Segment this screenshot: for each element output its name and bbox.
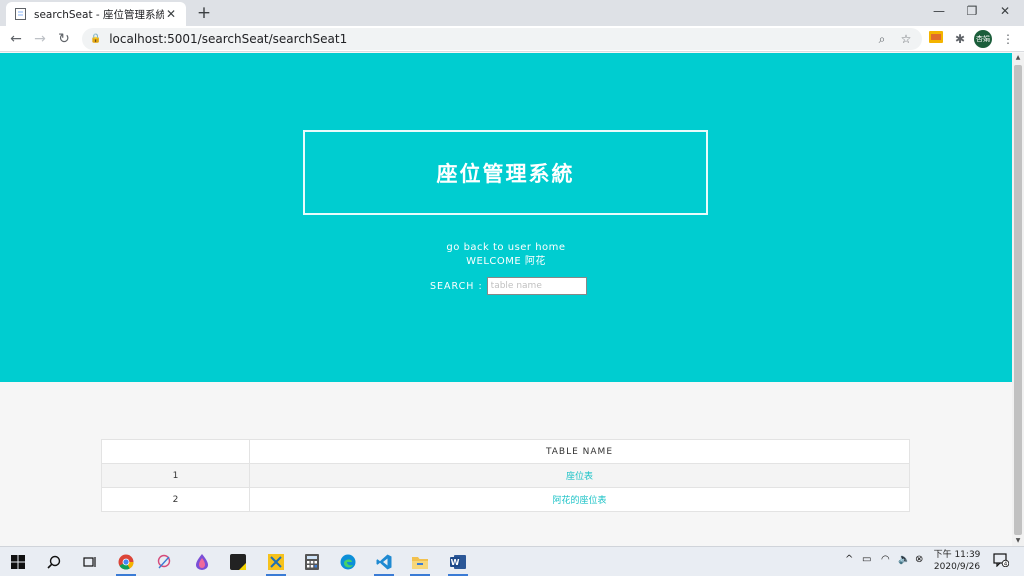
- restore-icon[interactable]: ❐: [955, 0, 989, 24]
- search-icon[interactable]: [40, 550, 68, 574]
- lock-icon[interactable]: 🔒: [90, 34, 101, 44]
- new-tab-icon[interactable]: +: [194, 2, 214, 24]
- vscode-icon[interactable]: [370, 550, 398, 576]
- wifi-icon[interactable]: ◠: [881, 554, 890, 565]
- chrome-icon[interactable]: [112, 550, 140, 576]
- hero-links: go back to user home WELCOME 阿花: [0, 241, 1012, 269]
- word-icon[interactable]: W: [444, 550, 472, 576]
- battery-icon[interactable]: ▭: [862, 554, 871, 565]
- table-row: 2 阿花的座位表: [101, 487, 910, 512]
- extension-icon[interactable]: [926, 29, 946, 49]
- close-window-icon[interactable]: ✕: [988, 0, 1022, 24]
- notification-count: 4: [1004, 562, 1008, 567]
- ime-icon[interactable]: ⊗: [915, 554, 923, 565]
- calculator-icon[interactable]: [298, 550, 326, 574]
- page-title: 座位管理系統: [436, 161, 575, 186]
- welcome-text: WELCOME 阿花: [466, 256, 546, 267]
- edge-icon[interactable]: [334, 550, 362, 574]
- task-view-icon[interactable]: [76, 550, 104, 574]
- row-name-cell: 座位表: [249, 463, 910, 488]
- system-clock[interactable]: 下午 11:39 2020/9/26: [932, 549, 982, 573]
- search-input[interactable]: [486, 277, 587, 295]
- puzzle-icon[interactable]: ✱: [950, 29, 970, 49]
- hero-banner: 座位管理系統 go back to user home WELCOME 阿花 S…: [0, 53, 1012, 382]
- row-index: 1: [101, 463, 250, 488]
- search-label: SEARCH :: [430, 280, 483, 292]
- title-box: 座位管理系統: [303, 130, 708, 215]
- volume-icon[interactable]: 🔈: [898, 554, 910, 565]
- row-name-cell: 阿花的座位表: [249, 487, 910, 512]
- menu-icon[interactable]: ⋮: [998, 29, 1018, 49]
- sticky-notes-icon[interactable]: [224, 550, 252, 574]
- table-name-link[interactable]: 阿花的座位表: [552, 496, 606, 506]
- file-explorer-icon[interactable]: [406, 550, 434, 576]
- paint-app-icon[interactable]: [188, 550, 216, 574]
- tray-chevron-icon[interactable]: ^: [845, 554, 853, 565]
- back-icon[interactable]: ←: [6, 29, 26, 49]
- bookmark-star-icon[interactable]: ☆: [896, 29, 916, 49]
- forward-icon[interactable]: →: [30, 29, 50, 49]
- reload-icon[interactable]: ↻: [54, 29, 74, 49]
- scroll-up-icon[interactable]: ▲: [1012, 53, 1024, 63]
- browser-tab[interactable]: searchSeat - 座位管理系統 ✕: [6, 2, 186, 26]
- page-icon: [14, 8, 26, 20]
- address-bar[interactable]: 🔒 localhost:5001/searchSeat/searchSeat1: [82, 28, 922, 50]
- tab-title: searchSeat - 座位管理系統: [34, 8, 164, 21]
- back-home-link[interactable]: go back to user home: [0, 241, 1012, 255]
- table-header-row: TABLE NAME: [101, 439, 910, 464]
- column-header-table-name: TABLE NAME: [249, 439, 910, 464]
- scroll-down-icon[interactable]: ▼: [1012, 536, 1024, 546]
- page-scrollbar[interactable]: ▲ ▼: [1012, 53, 1024, 546]
- clock-date: 2020/9/26: [933, 562, 981, 572]
- close-tab-icon[interactable]: ✕: [164, 7, 178, 21]
- browser-tab-bar: searchSeat - 座位管理系統 ✕ + — ❐ ✕: [0, 0, 1024, 26]
- clock-time: 下午 11:39: [933, 550, 981, 560]
- zoom-icon[interactable]: ⌕: [872, 29, 892, 49]
- column-header-index: [101, 439, 250, 464]
- url-text: localhost:5001/searchSeat/searchSeat1: [109, 32, 348, 46]
- svg-text:W: W: [451, 558, 460, 567]
- minimize-icon[interactable]: —: [922, 0, 956, 24]
- table-name-link[interactable]: 座位表: [566, 472, 593, 482]
- page-viewport: 座位管理系統 go back to user home WELCOME 阿花 S…: [0, 53, 1012, 546]
- search-row: SEARCH :: [430, 277, 587, 295]
- snip-tool-icon[interactable]: [150, 550, 178, 574]
- profile-avatar[interactable]: 杏娟: [974, 30, 992, 48]
- windows-taskbar: W ^ ▭ ◠ 🔈 ⊗ 下午 11:39 2020/9/26 4: [0, 546, 1024, 576]
- tables-table: TABLE NAME 1 座位表 2 阿花的座位表: [101, 439, 910, 512]
- tool-app-icon[interactable]: [262, 550, 290, 576]
- browser-toolbar: ← → ↻ 🔒 localhost:5001/searchSeat/search…: [0, 26, 1024, 52]
- notification-icon[interactable]: 4: [992, 553, 1010, 569]
- scrollbar-thumb[interactable]: [1014, 65, 1022, 535]
- table-list: TABLE NAME 1 座位表 2 阿花的座位表: [101, 439, 910, 512]
- start-icon[interactable]: [4, 550, 32, 574]
- row-index: 2: [101, 487, 250, 512]
- table-row: 1 座位表: [101, 463, 910, 488]
